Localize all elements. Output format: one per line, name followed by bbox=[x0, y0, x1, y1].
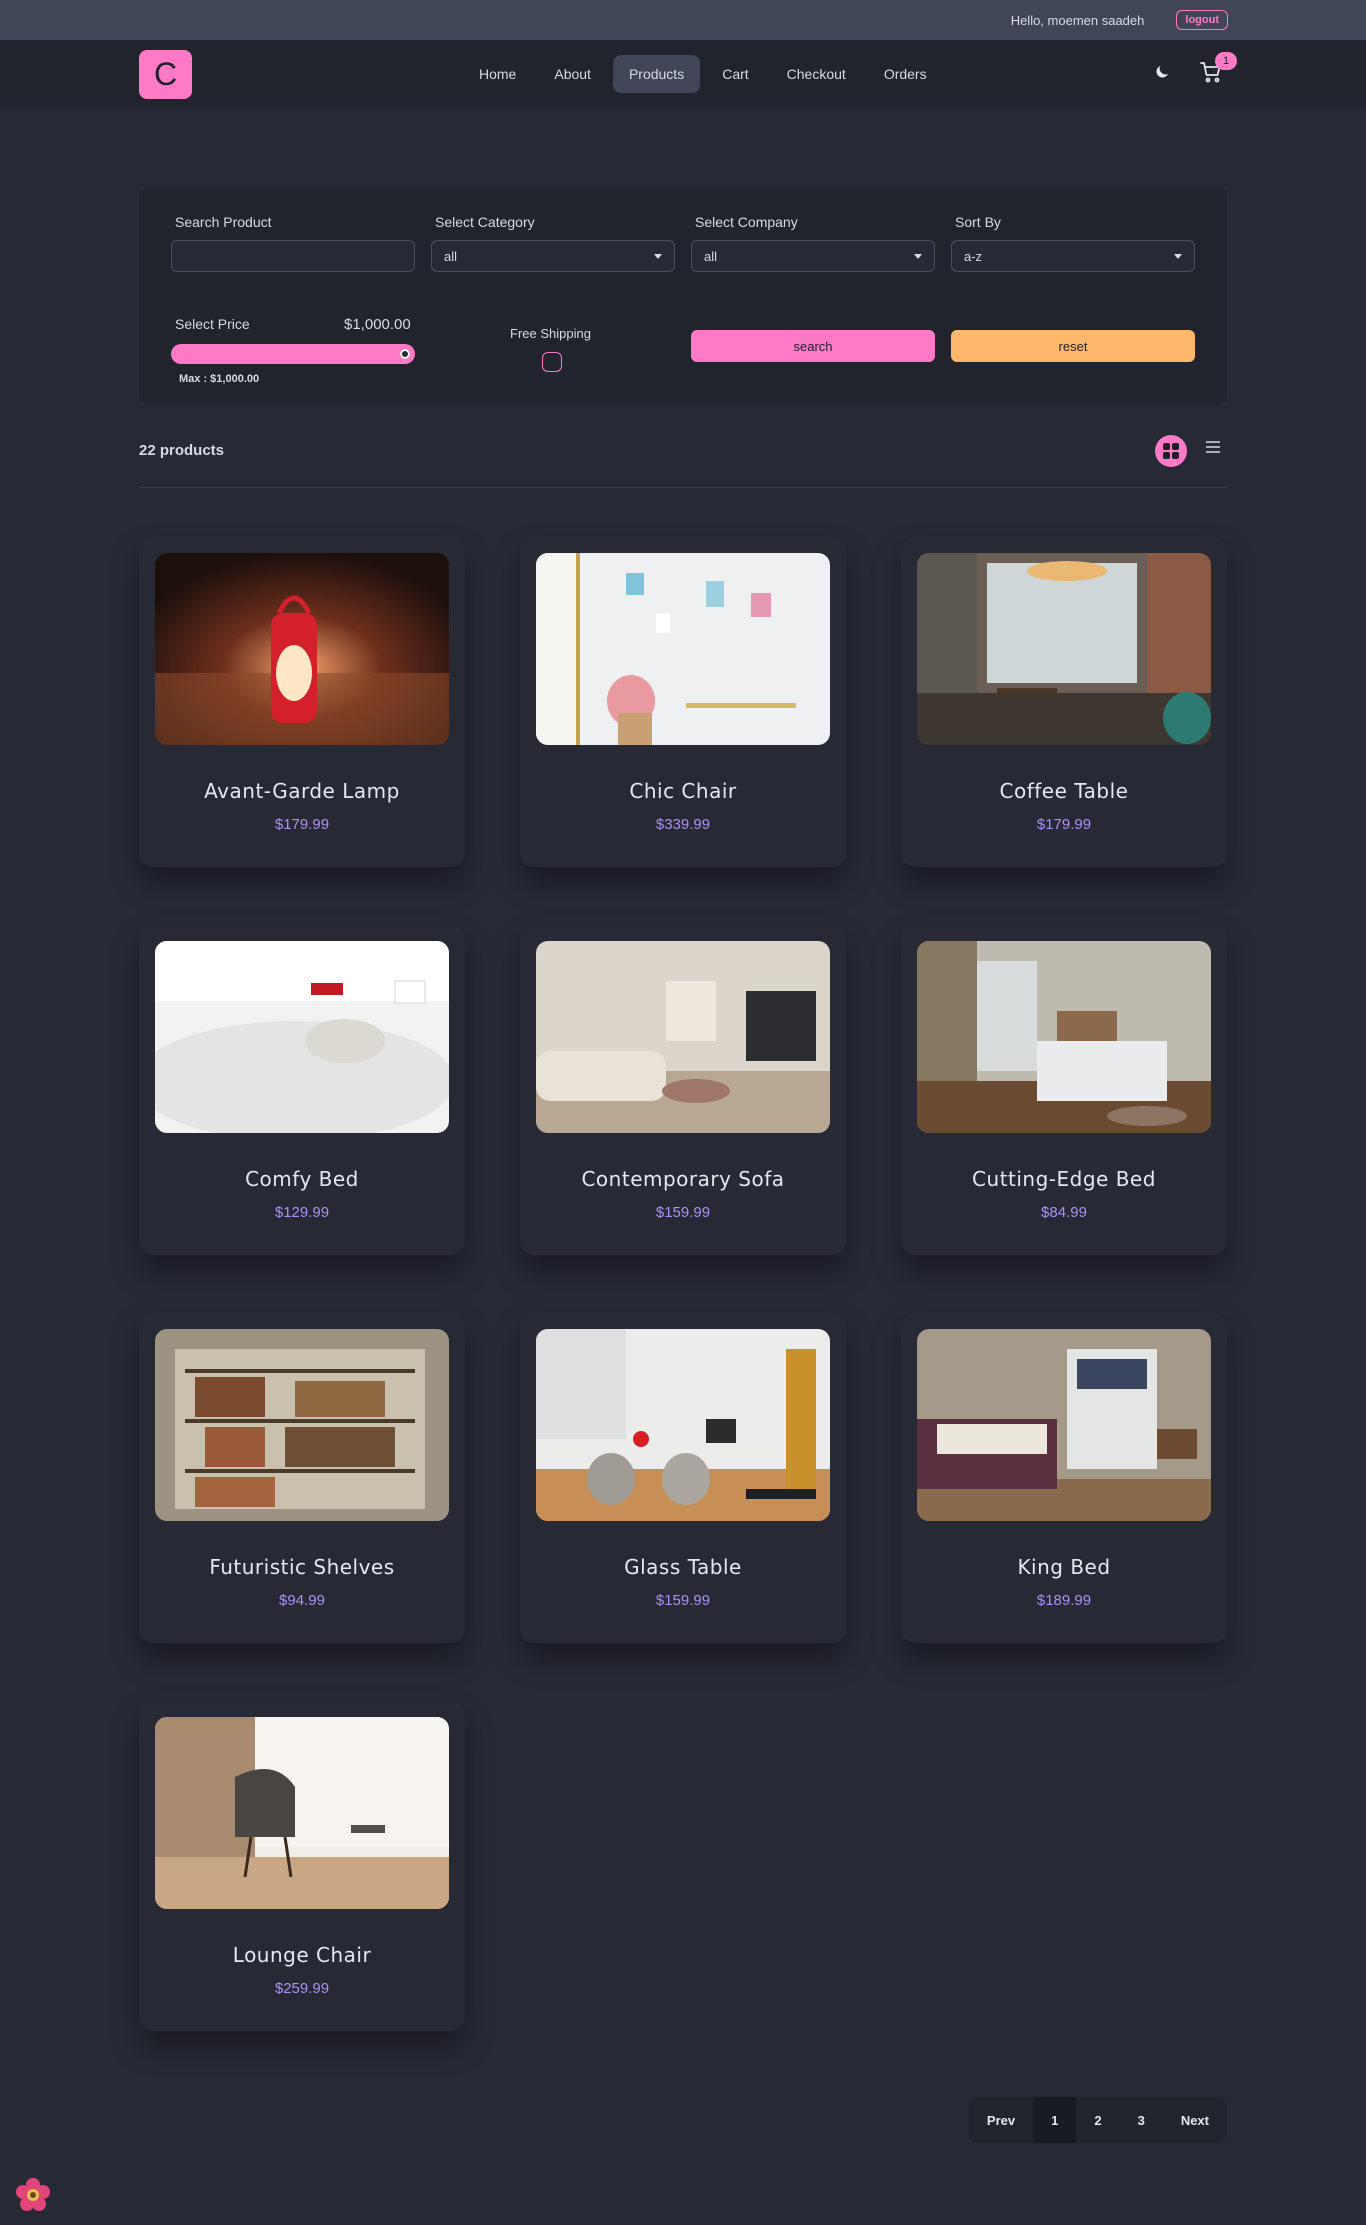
nav-actions: 1 bbox=[1153, 52, 1237, 87]
navbar: C Home About Products Cart Checkout Orde… bbox=[0, 40, 1366, 108]
product-image bbox=[536, 553, 830, 745]
sort-select[interactable]: a-z bbox=[951, 240, 1195, 272]
product-title: Glass Table bbox=[624, 1555, 742, 1579]
greeting-text: Hello, moemen saadeh bbox=[1010, 12, 1145, 28]
flower-icon[interactable] bbox=[14, 2176, 52, 2217]
logo[interactable]: C bbox=[139, 49, 192, 99]
product-image bbox=[155, 1717, 449, 1909]
category-select-value: all bbox=[444, 248, 458, 264]
company-select-value: all bbox=[704, 248, 718, 264]
product-image bbox=[155, 1329, 449, 1521]
product-card[interactable]: King Bed $189.99 bbox=[901, 1313, 1227, 1643]
chevron-down-icon bbox=[914, 253, 922, 259]
price-slider[interactable] bbox=[171, 344, 415, 364]
chevron-down-icon bbox=[1174, 253, 1182, 259]
product-card[interactable]: Glass Table $159.99 bbox=[520, 1313, 846, 1643]
product-price: $189.99 bbox=[1036, 1592, 1092, 1609]
product-title: Coffee Table bbox=[999, 779, 1129, 803]
product-card[interactable]: Cutting-Edge Bed $84.99 bbox=[901, 925, 1227, 1255]
nav-link-home[interactable]: Home bbox=[463, 55, 532, 93]
product-card[interactable]: Avant-Garde Lamp $179.99 bbox=[139, 537, 465, 867]
product-image bbox=[917, 1329, 1211, 1521]
nav-link-products[interactable]: Products bbox=[612, 55, 701, 93]
nav-link-orders[interactable]: Orders bbox=[868, 55, 943, 93]
reset-button[interactable]: reset bbox=[951, 330, 1195, 362]
search-button[interactable]: search bbox=[691, 330, 935, 362]
page-button-1[interactable]: 1 bbox=[1033, 2097, 1077, 2143]
free-shipping-checkbox[interactable] bbox=[542, 352, 562, 372]
moon-icon[interactable] bbox=[1153, 63, 1171, 84]
pagination: Prev 1 2 3 Next bbox=[968, 2097, 1227, 2143]
product-image bbox=[917, 553, 1211, 745]
grid-view-button[interactable] bbox=[1155, 435, 1187, 467]
product-price: $84.99 bbox=[1041, 1204, 1087, 1221]
product-title: Cutting-Edge Bed bbox=[972, 1167, 1156, 1191]
cart-button[interactable]: 1 bbox=[1199, 52, 1237, 87]
logout-button[interactable]: logout bbox=[1176, 10, 1228, 30]
page-button-3[interactable]: 3 bbox=[1120, 2097, 1163, 2143]
company-label: Select Company bbox=[695, 214, 798, 230]
next-page-button[interactable]: Next bbox=[1163, 2097, 1227, 2143]
category-select[interactable]: all bbox=[431, 240, 675, 272]
product-price: $179.99 bbox=[274, 816, 330, 833]
product-title: Comfy Bed bbox=[245, 1167, 359, 1191]
nav-link-checkout[interactable]: Checkout bbox=[771, 55, 862, 93]
product-image bbox=[917, 941, 1211, 1133]
nav-link-cart[interactable]: Cart bbox=[706, 55, 764, 93]
price-slider-thumb[interactable] bbox=[397, 346, 413, 362]
product-image bbox=[536, 1329, 830, 1521]
product-price: $179.99 bbox=[1036, 816, 1092, 833]
cart-count-badge: 1 bbox=[1215, 52, 1237, 70]
product-image bbox=[155, 941, 449, 1133]
nav-links: Home About Products Cart Checkout Orders bbox=[463, 55, 943, 93]
product-price: $129.99 bbox=[274, 1204, 330, 1221]
nav-link-about[interactable]: About bbox=[538, 55, 607, 93]
product-price: $94.99 bbox=[279, 1592, 325, 1609]
filters-form: Search Product Select Category all Selec… bbox=[139, 188, 1227, 404]
list-view-button[interactable] bbox=[1205, 440, 1221, 457]
price-value: $1,000.00 bbox=[344, 316, 411, 333]
product-card[interactable]: Contemporary Sofa $159.99 bbox=[520, 925, 846, 1255]
top-bar: Hello, moemen saadeh logout bbox=[0, 0, 1366, 40]
product-title: Avant-Garde Lamp bbox=[204, 779, 400, 803]
prev-page-button[interactable]: Prev bbox=[969, 2097, 1033, 2143]
product-title: Contemporary Sofa bbox=[581, 1167, 785, 1191]
product-title: Chic Chair bbox=[629, 779, 737, 803]
search-input[interactable] bbox=[171, 240, 415, 272]
products-header: 22 products bbox=[139, 430, 1227, 488]
sort-select-value: a-z bbox=[964, 248, 983, 264]
search-label: Search Product bbox=[175, 214, 272, 230]
product-card[interactable]: Coffee Table $179.99 bbox=[901, 537, 1227, 867]
price-label: Select Price bbox=[175, 316, 250, 332]
product-price: $339.99 bbox=[655, 816, 711, 833]
product-card[interactable]: Comfy Bed $129.99 bbox=[139, 925, 465, 1255]
page-button-2[interactable]: 2 bbox=[1076, 2097, 1119, 2143]
list-icon bbox=[1206, 441, 1220, 453]
product-price: $159.99 bbox=[655, 1592, 711, 1609]
chevron-down-icon bbox=[654, 253, 662, 259]
products-count: 22 products bbox=[139, 442, 225, 459]
category-label: Select Category bbox=[435, 214, 535, 230]
sort-label: Sort By bbox=[955, 214, 1001, 230]
product-title: King Bed bbox=[1017, 1555, 1111, 1579]
price-max-label: Max : $1,000.00 bbox=[179, 373, 260, 385]
product-image bbox=[536, 941, 830, 1133]
product-title: Lounge Chair bbox=[232, 1943, 372, 1967]
company-select[interactable]: all bbox=[691, 240, 935, 272]
product-image bbox=[155, 553, 449, 745]
grid-icon bbox=[1163, 443, 1179, 459]
product-card[interactable]: Futuristic Shelves $94.99 bbox=[139, 1313, 465, 1643]
product-price: $259.99 bbox=[274, 1980, 330, 1997]
product-card[interactable]: Chic Chair $339.99 bbox=[520, 537, 846, 867]
product-card[interactable]: Lounge Chair $259.99 bbox=[139, 1701, 465, 2031]
free-shipping-label: Free Shipping bbox=[510, 326, 591, 341]
product-price: $159.99 bbox=[655, 1204, 711, 1221]
product-title: Futuristic Shelves bbox=[209, 1555, 395, 1579]
